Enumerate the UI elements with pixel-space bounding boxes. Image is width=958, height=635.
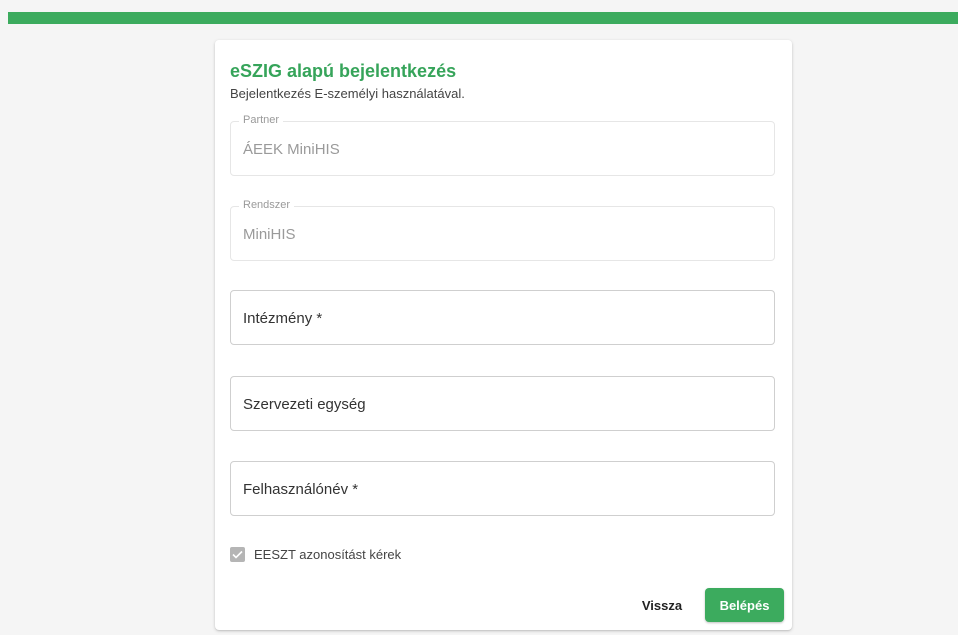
eeszt-checkbox-row[interactable]: EESZT azonosítást kérek — [230, 545, 401, 563]
partner-value: ÁEEK MiniHIS — [243, 141, 340, 158]
rendszer-label: Rendszer — [239, 199, 295, 211]
form-subtitle: Bejelentkezés E-személyi használatával. — [230, 86, 465, 101]
intezmeny-field[interactable]: Intézmény * — [230, 290, 775, 345]
partner-label: Partner — [239, 114, 284, 126]
szervezeti-egyseg-label: Szervezeti egység — [243, 396, 366, 413]
felhasznalonev-field[interactable]: Felhasználónév * — [230, 461, 775, 516]
rendszer-value: MiniHIS — [243, 226, 296, 243]
form-title: eSZIG alapú bejelentkezés — [230, 61, 457, 81]
check-icon — [232, 550, 243, 559]
eeszt-checkbox-label: EESZT azonosítást kérek — [254, 546, 402, 562]
felhasznalonev-label: Felhasználónév * — [243, 481, 359, 498]
back-button[interactable]: Vissza — [629, 588, 695, 622]
login-button[interactable]: Belépés — [705, 588, 784, 622]
partner-field: Partner ÁEEK MiniHIS — [230, 114, 775, 176]
szervezeti-egyseg-field[interactable]: Szervezeti egység — [230, 376, 775, 431]
login-card: eSZIG alapú bejelentkezés Bejelentkezés … — [215, 40, 792, 630]
eeszt-checkbox[interactable] — [230, 546, 245, 562]
intezmeny-label: Intézmény * — [243, 310, 323, 327]
top-accent-bar — [8, 12, 958, 24]
rendszer-field: Rendszer MiniHIS — [230, 199, 775, 261]
